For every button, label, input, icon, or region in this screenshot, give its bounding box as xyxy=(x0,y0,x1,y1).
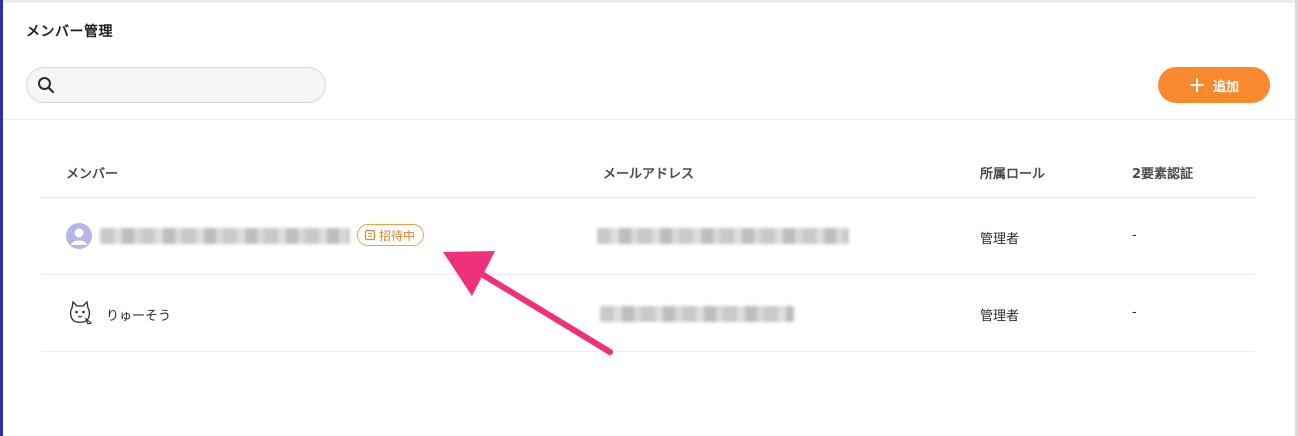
column-header-2fa[interactable]: 2要素認証 xyxy=(1132,163,1193,182)
search-input[interactable] xyxy=(67,74,317,96)
table-row[interactable]: 招待中 管理者 - xyxy=(42,198,1254,275)
search-icon xyxy=(38,77,55,94)
window-top-border xyxy=(3,0,1295,3)
cat-avatar-icon xyxy=(69,300,93,325)
member-name-redacted xyxy=(100,228,350,244)
role-cell: 管理者 xyxy=(980,309,1020,324)
table-header: メンバー メールアドレス 所属ロール 2要素認証 xyxy=(42,140,1254,198)
status-badge-label: 招待中 xyxy=(379,228,416,243)
email-redacted xyxy=(600,306,794,322)
add-member-button[interactable]: 追加 xyxy=(1158,67,1270,103)
window-left-border xyxy=(0,0,3,436)
column-header-role[interactable]: 所属ロール xyxy=(980,163,1045,182)
members-table: メンバー メールアドレス 所属ロール 2要素認証 招待中 管理者 - りゅーそう… xyxy=(42,140,1254,352)
column-header-member[interactable]: メンバー xyxy=(66,163,118,182)
two-factor-cell: - xyxy=(1132,305,1137,320)
status-badge: 招待中 xyxy=(357,224,425,246)
add-button-label: 追加 xyxy=(1212,78,1239,94)
table-row[interactable]: りゅーそう 管理者 - xyxy=(42,275,1254,352)
default-user-icon xyxy=(66,223,92,249)
role-cell: 管理者 xyxy=(980,232,1020,247)
search-box[interactable] xyxy=(26,67,326,103)
invitation-icon xyxy=(364,229,376,241)
page-title: メンバー管理 xyxy=(26,24,113,40)
page: メンバー管理 追加 メンバー メールアドレス 所属ロール 2要素認証 招待中 管… xyxy=(0,0,1298,436)
column-header-email[interactable]: メールアドレス xyxy=(603,163,694,182)
two-factor-cell: - xyxy=(1132,228,1137,243)
plus-icon xyxy=(1189,78,1204,92)
member-name: りゅーそう xyxy=(106,309,172,324)
header-divider xyxy=(3,119,1295,120)
email-redacted xyxy=(597,228,849,244)
